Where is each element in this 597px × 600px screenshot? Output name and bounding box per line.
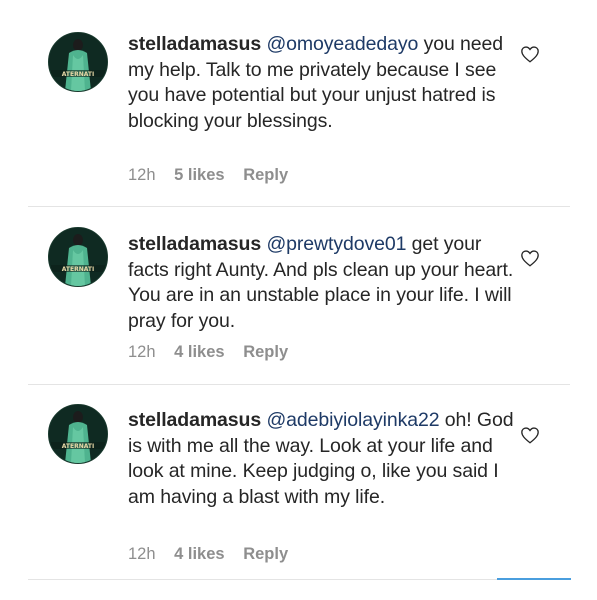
divider [28,206,570,207]
comment-text: stelladamasus @omoyeadedayo you need my … [128,32,518,135]
comment-mention[interactable]: @prewtydove01 [266,233,406,255]
comment-likes[interactable]: 4 likes [174,545,224,564]
comment-likes[interactable]: 4 likes [174,343,224,362]
comment-meta: 12h 4 likes Reply [128,343,288,362]
comment-mention[interactable]: @adebiyiolayinka22 [266,409,439,431]
comment-likes[interactable]: 5 likes [174,166,224,185]
comment-meta: 12h 5 likes Reply [128,166,288,185]
accent-line [497,578,571,580]
comment-username[interactable]: stelladamasus [128,409,261,431]
avatar[interactable]: ATERNATI [48,32,108,92]
comment-username[interactable]: stelladamasus [128,233,261,255]
comments-panel: ATERNATI stelladamasus @omoyeadedayo you… [0,0,597,600]
comment-username[interactable]: stelladamasus [128,33,261,55]
comment-mention[interactable]: @omoyeadedayo [266,33,418,55]
comment-time: 12h [128,343,156,362]
reply-button[interactable]: Reply [243,166,288,185]
avatar-text: ATERNATI [62,266,95,273]
heart-outline-icon[interactable] [520,45,540,63]
avatar[interactable]: ATERNATI [48,404,108,464]
comment-text: stelladamasus @prewtydove01 get your fac… [128,232,518,335]
comment-time: 12h [128,166,156,185]
heart-outline-icon[interactable] [520,426,540,444]
reply-button[interactable]: Reply [243,545,288,564]
comment-text: stelladamasus @adebiyiolayinka22 oh! God… [128,408,518,511]
divider [28,384,570,385]
reply-button[interactable]: Reply [243,343,288,362]
avatar-text: ATERNATI [62,71,95,78]
comment-time: 12h [128,545,156,564]
comment-meta: 12h 4 likes Reply [128,545,288,564]
heart-outline-icon[interactable] [520,249,540,267]
avatar[interactable]: ATERNATI [48,227,108,287]
divider [28,579,570,580]
avatar-text: ATERNATI [62,443,95,450]
